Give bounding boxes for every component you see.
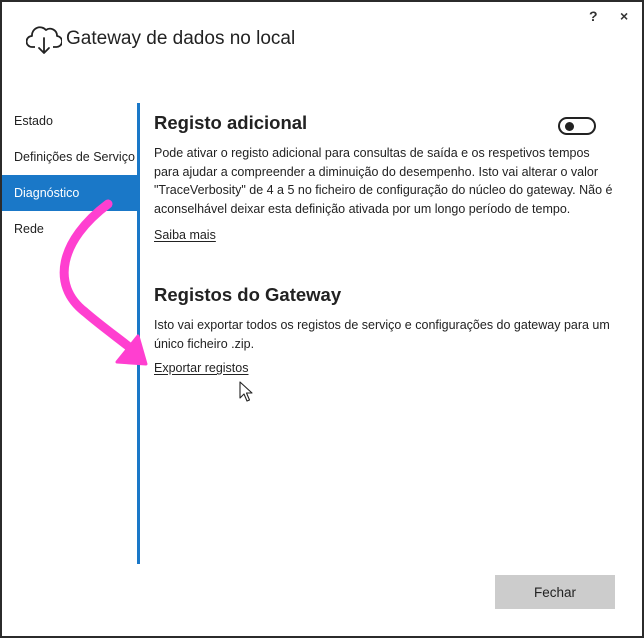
description-line: aconselhável deixar esta definição ativa… [154, 201, 571, 216]
main-content: Registo adicional Pode ativar o registo … [154, 112, 614, 377]
mouse-pointer-icon [239, 381, 253, 402]
additional-logging-title: Registo adicional [154, 112, 308, 133]
close-button[interactable]: Fechar [495, 575, 615, 609]
description-line: "TraceVerbosity" de 4 a 5 no ficheiro de… [154, 183, 613, 197]
cloud-upload-icon [26, 26, 62, 54]
close-window-button[interactable]: × [620, 8, 628, 24]
gateway-window: ? × Gateway de dados no local Estado Def… [0, 0, 644, 638]
description-line: Isto vai exportar todos os registos de s… [154, 318, 610, 332]
app-title: Gateway de dados no local [66, 28, 296, 49]
learn-more-link[interactable]: Saiba mais [154, 228, 216, 242]
export-logs-link[interactable]: Exportar registos [154, 361, 248, 375]
sidebar-item-definicoes-servico[interactable]: Definições de Serviço [2, 139, 138, 175]
nav-divider [137, 103, 140, 564]
gateway-logs-title: Registos do Gateway [154, 284, 342, 305]
description-line: para ajudar a compreender a diminuição d… [154, 164, 599, 179]
sidebar-nav: Estado Definições de Serviço Diagnóstico… [2, 103, 138, 247]
sidebar-item-estado[interactable]: Estado [2, 103, 138, 139]
additional-logging-description: Pode ativar o registo adicional para con… [154, 144, 614, 218]
help-button[interactable]: ? [589, 8, 598, 24]
gateway-logs-description: Isto vai exportar todos os registos de s… [154, 316, 614, 353]
description-line: único ficheiro .zip. [154, 336, 255, 351]
description-line: Pode ativar o registo adicional para con… [154, 146, 590, 160]
sidebar-item-diagnostico[interactable]: Diagnóstico [2, 175, 138, 211]
sidebar-item-rede[interactable]: Rede [2, 211, 138, 247]
